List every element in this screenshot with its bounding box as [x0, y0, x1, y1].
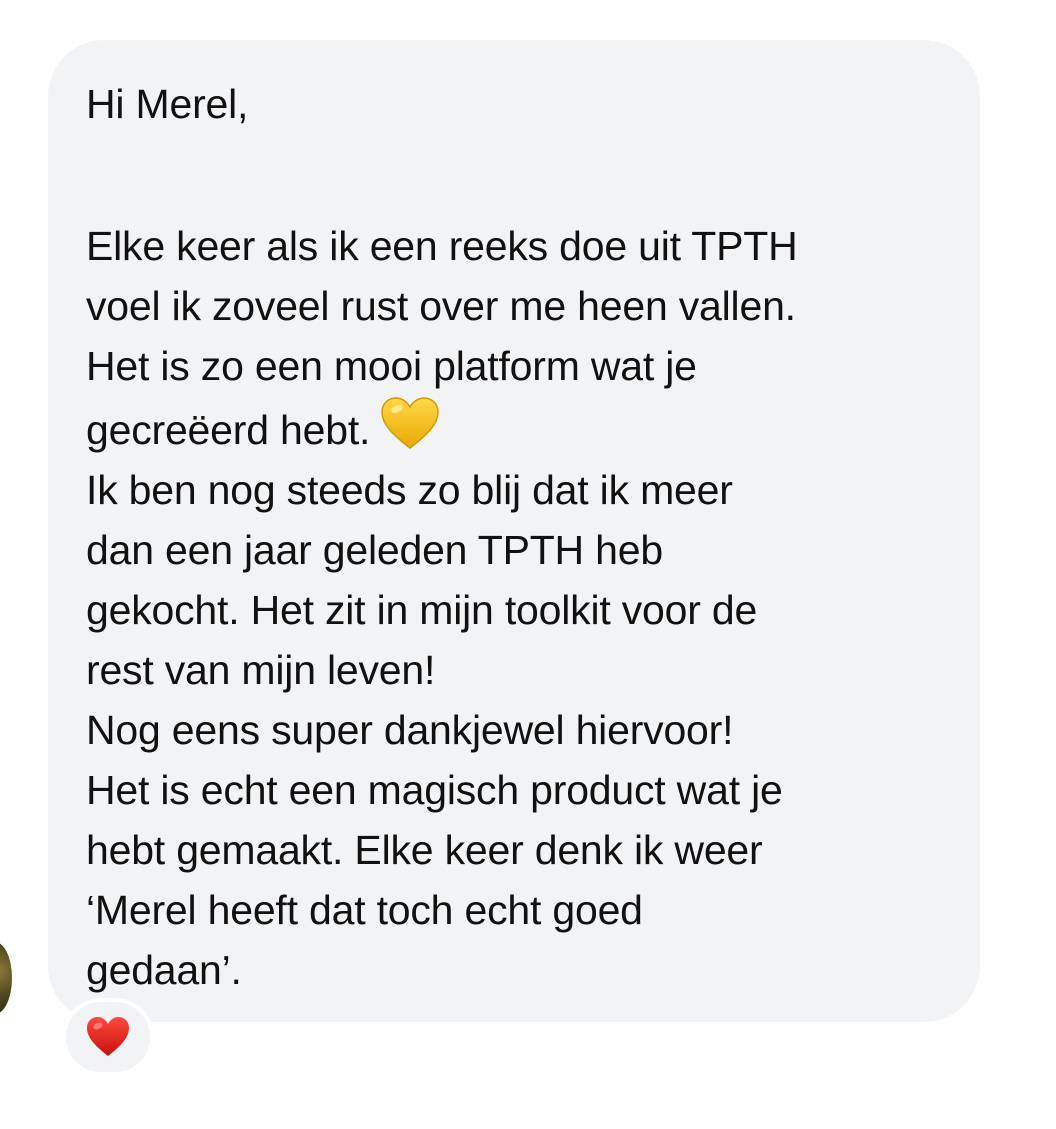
message-line: gedaan’.	[86, 947, 242, 993]
message-bubble[interactable]: Hi Merel, Elke keer als ik een reeks doe…	[48, 40, 980, 1022]
message-line: Elke keer als ik een reeks doe uit TPTH	[86, 223, 798, 269]
message-line: voel ik zoveel rust over me heen vallen.	[86, 283, 796, 329]
message-line-text: gecreëerd hebt.	[86, 407, 371, 453]
message-line: gekocht. Het zit in mijn toolkit voor de	[86, 587, 758, 633]
yellow-heart-icon	[381, 397, 439, 449]
message-line: Het is echt een magisch product wat je	[86, 767, 783, 813]
message-line: hebt gemaakt. Elke keer denk ik weer	[86, 827, 763, 873]
message-line-with-emoji: gecreëerd hebt.	[86, 396, 940, 460]
red-heart-icon	[87, 1017, 129, 1056]
message-line: Ik ben nog steeds zo blij dat ik meer	[86, 467, 733, 513]
message-line: dan een jaar geleden TPTH heb	[86, 527, 663, 573]
message-line: ‘Merel heeft dat toch echt goed	[86, 887, 643, 933]
message-line: Nog eens super dankjewel hiervoor!	[86, 707, 734, 753]
reaction-badge[interactable]	[62, 998, 154, 1076]
sender-avatar[interactable]	[0, 942, 12, 1014]
message-greeting: Hi Merel,	[86, 81, 249, 127]
message-line: Het is zo een mooi platform wat je	[86, 343, 697, 389]
message-line: rest van mijn leven!	[86, 647, 436, 693]
